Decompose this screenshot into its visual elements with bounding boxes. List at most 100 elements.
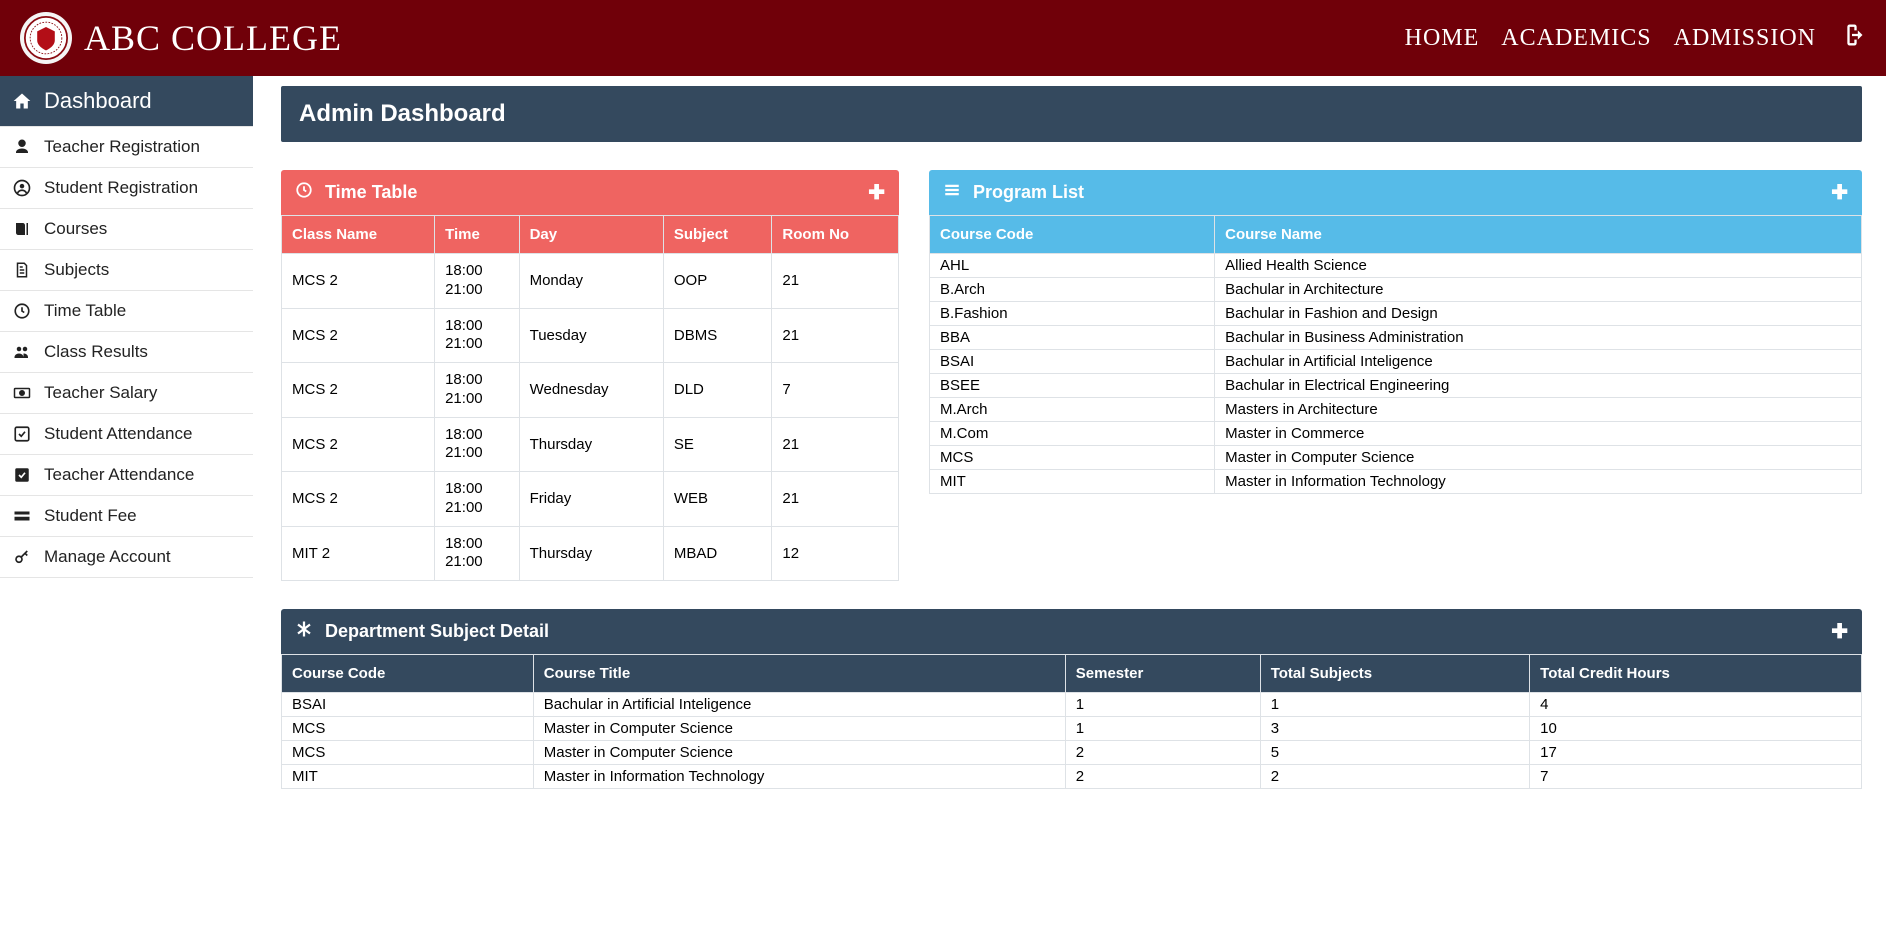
- clock-icon: [12, 302, 32, 320]
- sidebar-item-teacher-registration[interactable]: Teacher Registration: [0, 127, 253, 168]
- th-class: Class Name: [282, 216, 435, 254]
- th-subjects: Total Subjects: [1260, 655, 1529, 693]
- cell-class: MCS 2: [282, 363, 435, 418]
- cell-subject: SE: [663, 417, 772, 472]
- cell-name: Bachular in Fashion and Design: [1215, 302, 1862, 326]
- cell-code: BSAI: [282, 693, 534, 717]
- cell-name: Bachular in Architecture: [1215, 278, 1862, 302]
- cell-semester: 1: [1065, 717, 1260, 741]
- sidebar-item-class-results[interactable]: Class Results: [0, 332, 253, 373]
- sidebar-item-subjects[interactable]: Subjects: [0, 250, 253, 291]
- nav-home[interactable]: HOME: [1405, 25, 1480, 52]
- cell-semester: 2: [1065, 765, 1260, 789]
- cell-semester: 1: [1065, 693, 1260, 717]
- sidebar-item-label: Student Fee: [44, 506, 137, 526]
- cell-semester: 2: [1065, 741, 1260, 765]
- table-row: MIT 218:00 21:00ThursdayMBAD12: [282, 526, 899, 581]
- add-program-button[interactable]: ✚: [1831, 180, 1848, 205]
- cell-code: MIT: [930, 470, 1215, 494]
- add-timetable-button[interactable]: ✚: [868, 180, 885, 205]
- sidebar-item-courses[interactable]: Courses: [0, 209, 253, 250]
- sidebar-item-label: Student Registration: [44, 178, 198, 198]
- top-header: ABC COLLEGE HOME ACADEMICS ADMISSION: [0, 0, 1886, 76]
- table-row: B.ArchBachular in Architecture: [930, 278, 1862, 302]
- cell-time: 18:00 21:00: [435, 254, 520, 309]
- sidebar-item-label: Subjects: [44, 260, 109, 280]
- table-row: M.ComMaster in Commerce: [930, 422, 1862, 446]
- cell-subjects: 3: [1260, 717, 1529, 741]
- sidebar-item-student-fee[interactable]: Student Fee: [0, 496, 253, 537]
- timetable-header: Time Table ✚: [281, 170, 899, 215]
- cell-credits: 7: [1530, 765, 1862, 789]
- logout-icon[interactable]: [1838, 21, 1866, 56]
- cell-room: 21: [772, 254, 899, 309]
- cell-title: Master in Information Technology: [533, 765, 1065, 789]
- cell-class: MCS 2: [282, 472, 435, 527]
- check-square-icon: [12, 425, 32, 443]
- cell-subjects: 5: [1260, 741, 1529, 765]
- sidebar-item-timetable[interactable]: Time Table: [0, 291, 253, 332]
- sidebar-item-label: Student Attendance: [44, 424, 192, 444]
- nav-admission[interactable]: ADMISSION: [1674, 25, 1816, 52]
- table-row: BSAIBachular in Artificial Inteligence11…: [282, 693, 1862, 717]
- th-course-name: Course Name: [1215, 216, 1862, 254]
- program-list-header: Program List ✚: [929, 170, 1862, 215]
- cell-credits: 17: [1530, 741, 1862, 765]
- sidebar: Dashboard Teacher Registration Student R…: [0, 76, 253, 813]
- cell-code: M.Com: [930, 422, 1215, 446]
- cell-name: Masters in Architecture: [1215, 398, 1862, 422]
- table-row: MCS 218:00 21:00TuesdayDBMS21: [282, 308, 899, 363]
- asterisk-icon: [295, 620, 313, 643]
- th-title: Course Title: [533, 655, 1065, 693]
- file-icon: [12, 261, 32, 279]
- sidebar-item-student-attendance[interactable]: Student Attendance: [0, 414, 253, 455]
- cell-day: Friday: [519, 472, 663, 527]
- add-dept-button[interactable]: ✚: [1831, 619, 1848, 644]
- page-title: Admin Dashboard: [281, 86, 1862, 142]
- sidebar-item-label: Dashboard: [44, 88, 152, 114]
- cell-room: 21: [772, 417, 899, 472]
- cell-time: 18:00 21:00: [435, 417, 520, 472]
- cell-credits: 4: [1530, 693, 1862, 717]
- cell-room: 21: [772, 308, 899, 363]
- dept-detail-table: Course Code Course Title Semester Total …: [281, 654, 1862, 789]
- cell-title: Master in Computer Science: [533, 741, 1065, 765]
- cell-class: MCS 2: [282, 254, 435, 309]
- home-icon: [12, 90, 32, 112]
- table-row: BSAIBachular in Artificial Inteligence: [930, 350, 1862, 374]
- cell-day: Thursday: [519, 417, 663, 472]
- key-icon: [12, 548, 32, 566]
- cell-day: Wednesday: [519, 363, 663, 418]
- th-day: Day: [519, 216, 663, 254]
- cell-code: AHL: [930, 254, 1215, 278]
- table-row: AHLAllied Health Science: [930, 254, 1862, 278]
- timetable-panel: Time Table ✚ Class Name Time Day Subject…: [281, 170, 899, 581]
- th-code: Course Code: [282, 655, 534, 693]
- cell-room: 21: [772, 472, 899, 527]
- table-row: MCS 218:00 21:00WednesdayDLD7: [282, 363, 899, 418]
- cell-subject: DBMS: [663, 308, 772, 363]
- cell-code: MCS: [282, 741, 534, 765]
- sidebar-item-dashboard[interactable]: Dashboard: [0, 76, 253, 127]
- panel-title: Program List: [973, 182, 1084, 203]
- cell-day: Monday: [519, 254, 663, 309]
- table-row: MCSMaster in Computer Science1310: [282, 717, 1862, 741]
- cell-name: Allied Health Science: [1215, 254, 1862, 278]
- cell-name: Master in Commerce: [1215, 422, 1862, 446]
- sidebar-item-teacher-attendance[interactable]: Teacher Attendance: [0, 455, 253, 496]
- table-row: MITMaster in Information Technology: [930, 470, 1862, 494]
- cell-time: 18:00 21:00: [435, 308, 520, 363]
- timetable-table: Class Name Time Day Subject Room No MCS …: [281, 215, 899, 581]
- cell-name: Bachular in Electrical Engineering: [1215, 374, 1862, 398]
- book-icon: [12, 220, 32, 238]
- brand-title: ABC COLLEGE: [84, 17, 342, 59]
- sidebar-item-teacher-salary[interactable]: Teacher Salary: [0, 373, 253, 414]
- sidebar-item-student-registration[interactable]: Student Registration: [0, 168, 253, 209]
- cell-name: Master in Information Technology: [1215, 470, 1862, 494]
- nav-academics[interactable]: ACADEMICS: [1501, 25, 1651, 52]
- table-row: MCS 218:00 21:00FridayWEB21: [282, 472, 899, 527]
- cell-time: 18:00 21:00: [435, 526, 520, 581]
- panel-title: Department Subject Detail: [325, 621, 549, 642]
- sidebar-item-manage-account[interactable]: Manage Account: [0, 537, 253, 578]
- clock-icon: [295, 181, 313, 204]
